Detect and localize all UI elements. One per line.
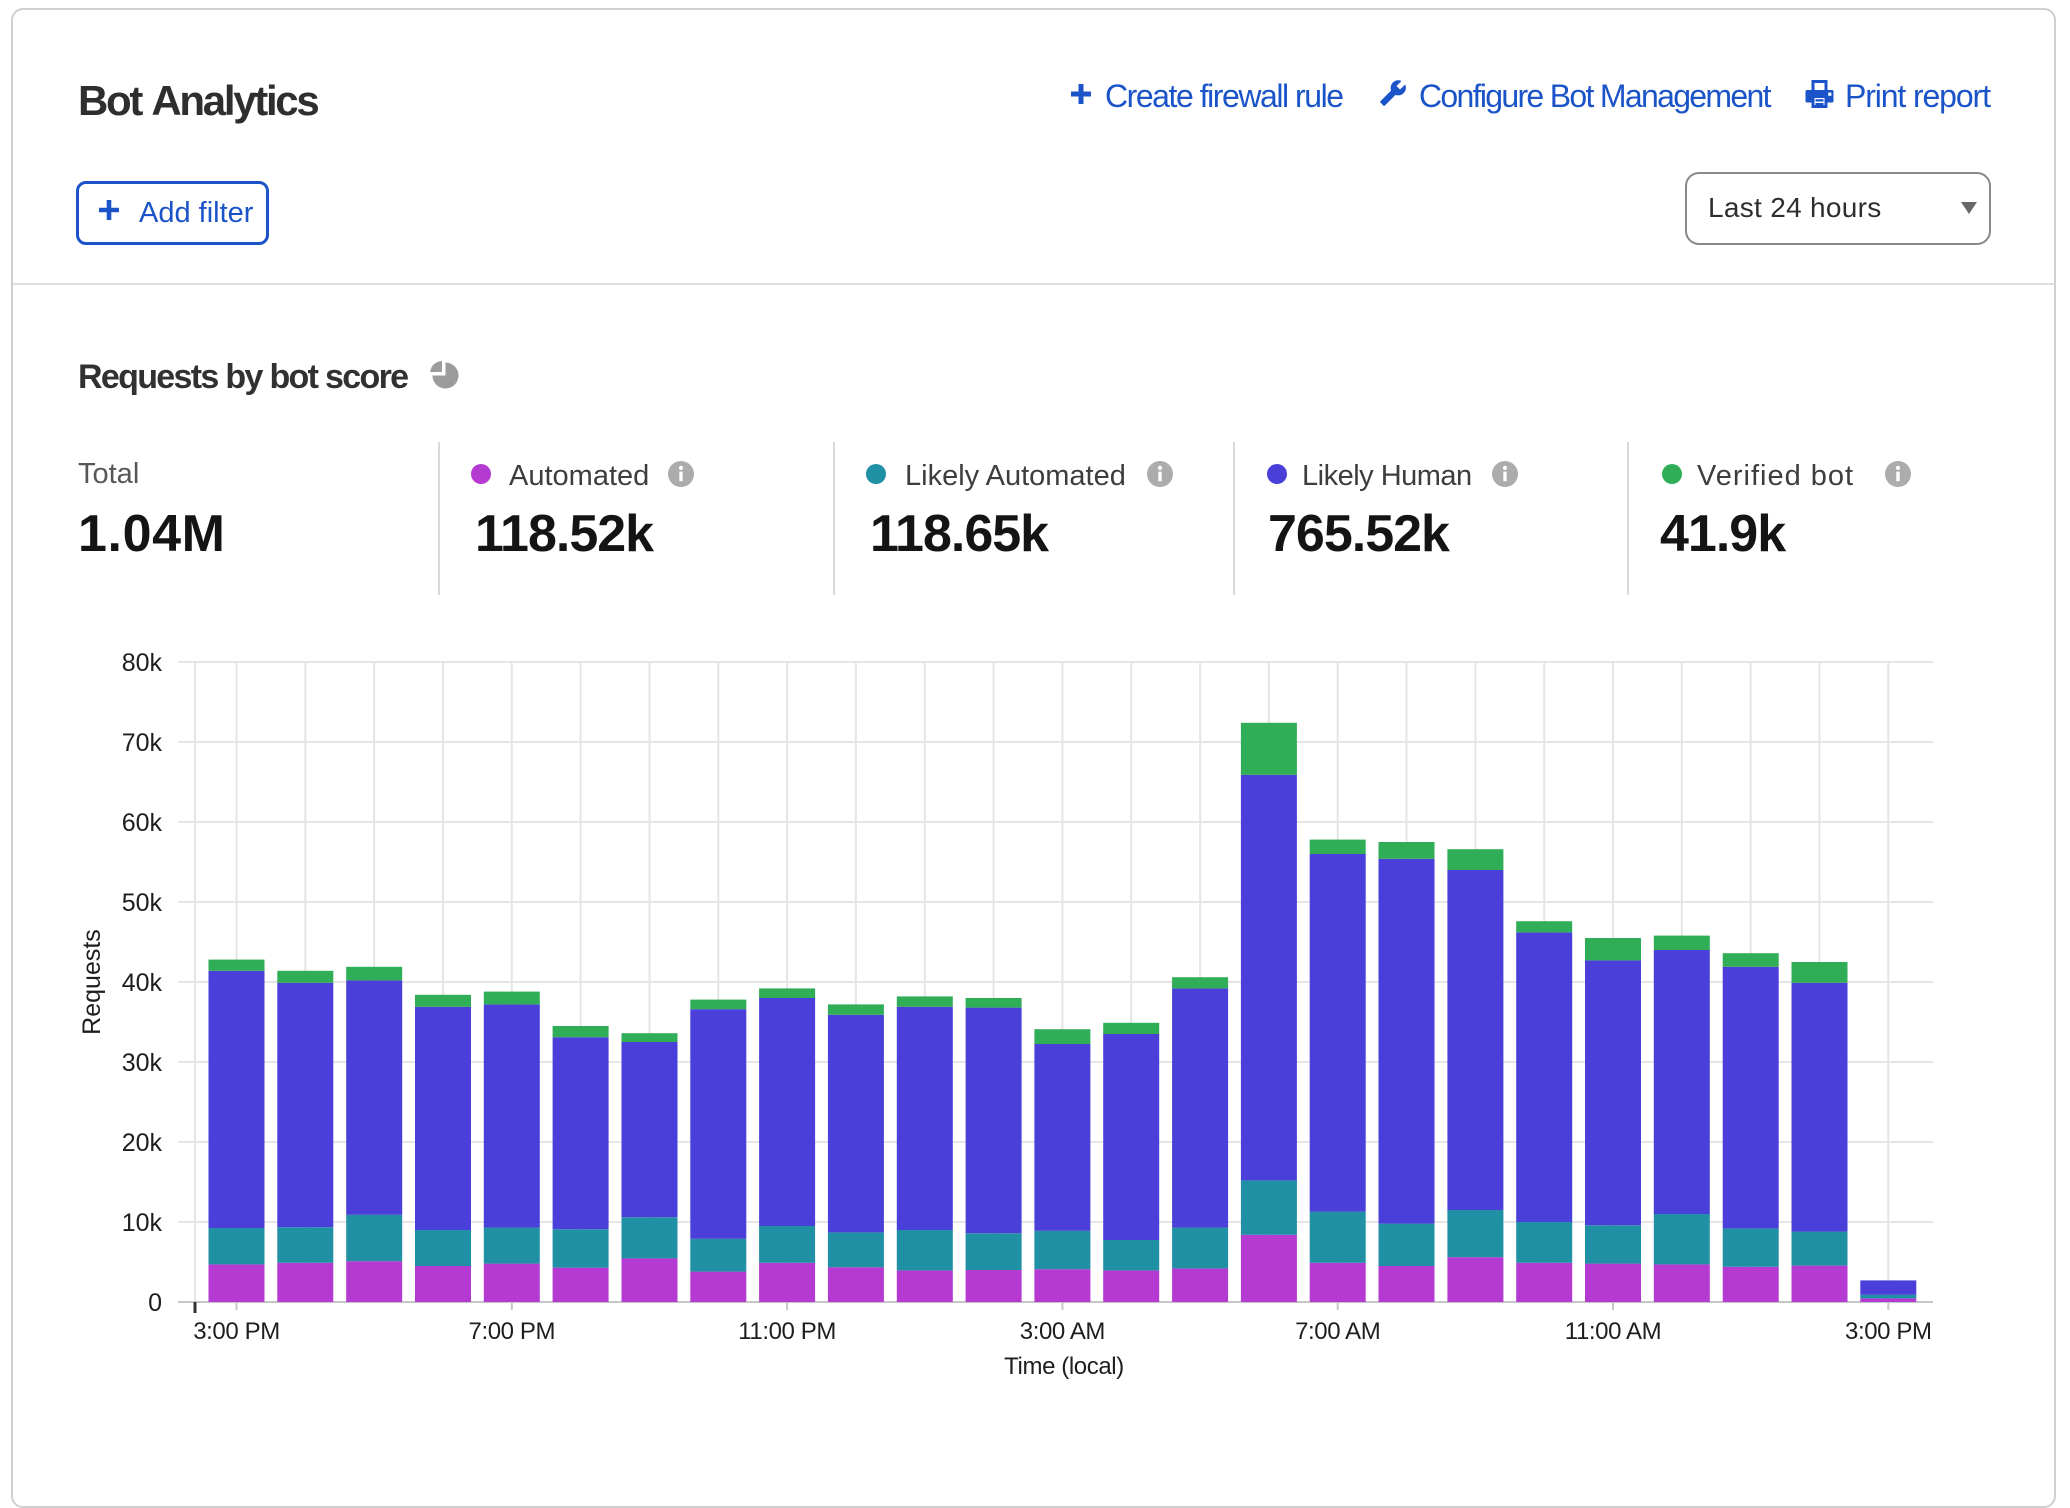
svg-text:10k: 10k bbox=[122, 1209, 163, 1237]
svg-text:40k: 40k bbox=[122, 969, 163, 997]
svg-text:0: 0 bbox=[148, 1289, 162, 1317]
svg-text:70k: 70k bbox=[122, 729, 163, 757]
svg-text:7:00 AM: 7:00 AM bbox=[1295, 1318, 1380, 1345]
svg-text:11:00 PM: 11:00 PM bbox=[738, 1318, 836, 1345]
svg-text:11:00 AM: 11:00 AM bbox=[1565, 1318, 1661, 1345]
svg-text:60k: 60k bbox=[122, 809, 163, 837]
svg-text:3:00 AM: 3:00 AM bbox=[1020, 1318, 1105, 1345]
svg-text:Time (local): Time (local) bbox=[1004, 1353, 1124, 1380]
svg-text:50k: 50k bbox=[122, 889, 163, 917]
svg-text:3:00 PM: 3:00 PM bbox=[193, 1318, 280, 1345]
svg-text:20k: 20k bbox=[122, 1129, 163, 1157]
svg-text:80k: 80k bbox=[122, 649, 163, 677]
svg-text:30k: 30k bbox=[122, 1049, 163, 1077]
svg-text:7:00 PM: 7:00 PM bbox=[469, 1318, 556, 1345]
svg-text:Requests: Requests bbox=[78, 929, 106, 1035]
svg-text:3:00 PM: 3:00 PM bbox=[1845, 1318, 1932, 1345]
